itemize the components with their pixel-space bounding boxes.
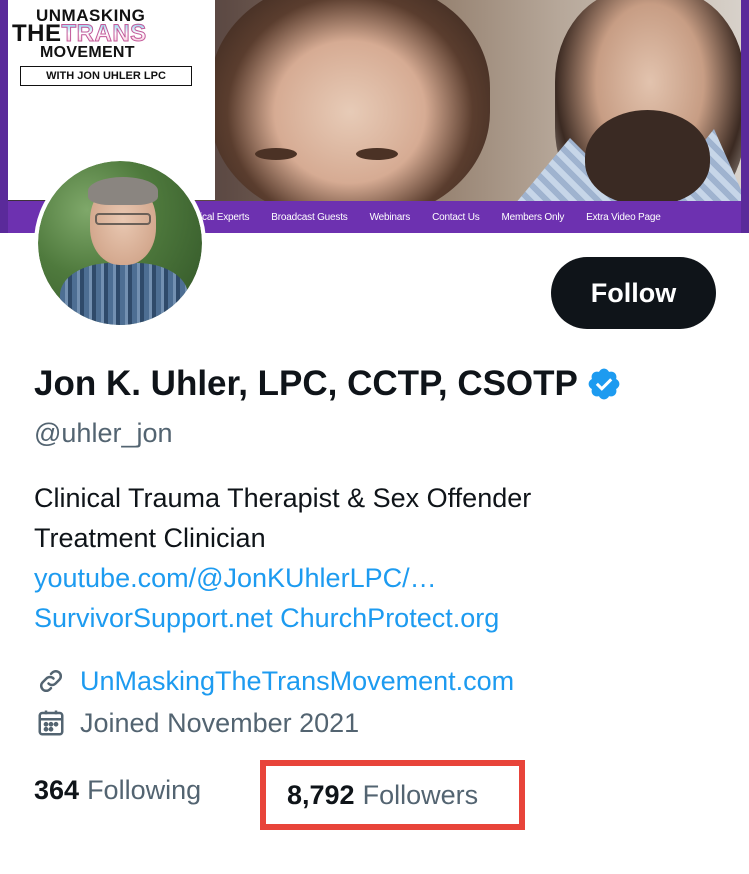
banner-photo-girl: [210, 0, 490, 220]
followers-label: Followers: [362, 779, 479, 810]
calendar-icon: [34, 706, 68, 740]
following-label: Following: [87, 775, 202, 805]
profile-handle: @uhler_jon: [34, 418, 173, 448]
display-name-text: Jon K. Uhler, LPC, CCTP, CSOTP: [34, 364, 578, 403]
bio-text: Clinical Trauma Therapist & Sex Offender: [34, 483, 532, 513]
profile-stats: 364 Following 8,792 Followers: [34, 760, 525, 830]
banner-photo-detail: [356, 148, 398, 160]
bio-link-churchprotect[interactable]: ChurchProtect.org: [280, 603, 499, 633]
banner-nav-item: Contact Us: [432, 211, 480, 223]
avatar-hair: [88, 177, 158, 205]
following-link[interactable]: 364 Following: [34, 775, 201, 806]
following-count: 364: [34, 775, 80, 805]
profile-joined-date: Joined November 2021: [80, 707, 360, 738]
profile-website-row: UnMaskingTheTransMovement.com: [34, 664, 514, 698]
followers-count: 8,792: [287, 779, 355, 810]
banner-photo-detail: [585, 110, 710, 205]
logo-text: THE: [12, 20, 62, 47]
bio-text: Treatment Clinician: [34, 523, 266, 553]
link-icon: [34, 664, 68, 698]
follow-button[interactable]: Follow: [551, 257, 716, 329]
logo-text: TRANS: [61, 20, 147, 48]
bio-link-youtube[interactable]: youtube.com/@JonKUhlerLPC/…: [34, 563, 437, 593]
profile-joined-row: Joined November 2021: [34, 706, 359, 740]
bio-link-survivorsupport[interactable]: SurvivorSupport.net: [34, 603, 273, 633]
verified-badge-icon[interactable]: [586, 366, 622, 402]
avatar-shirt: [60, 263, 188, 325]
banner-nav-item: ical Experts: [200, 211, 250, 223]
profile-display-name: Jon K. Uhler, LPC, CCTP, CSOTP: [34, 364, 622, 404]
profile-bio: Clinical Trauma Therapist & Sex Offender…: [34, 478, 734, 638]
profile-website-link[interactable]: UnMaskingTheTransMovement.com: [80, 666, 514, 697]
banner-nav-item: Broadcast Guests: [271, 211, 348, 223]
logo-text: MOVEMENT: [40, 44, 135, 61]
avatar-glasses: [95, 213, 151, 225]
logo-text: WITH JON UHLER LPC: [20, 66, 192, 86]
banner-nav-item: Members Only: [501, 211, 565, 223]
banner-nav-item: Webinars: [369, 211, 411, 223]
followers-link[interactable]: 8,792 Followers: [260, 760, 525, 830]
banner-nav-item: Extra Video Page: [586, 211, 661, 223]
avatar[interactable]: [34, 157, 206, 329]
banner-photo-detail: [255, 148, 297, 160]
